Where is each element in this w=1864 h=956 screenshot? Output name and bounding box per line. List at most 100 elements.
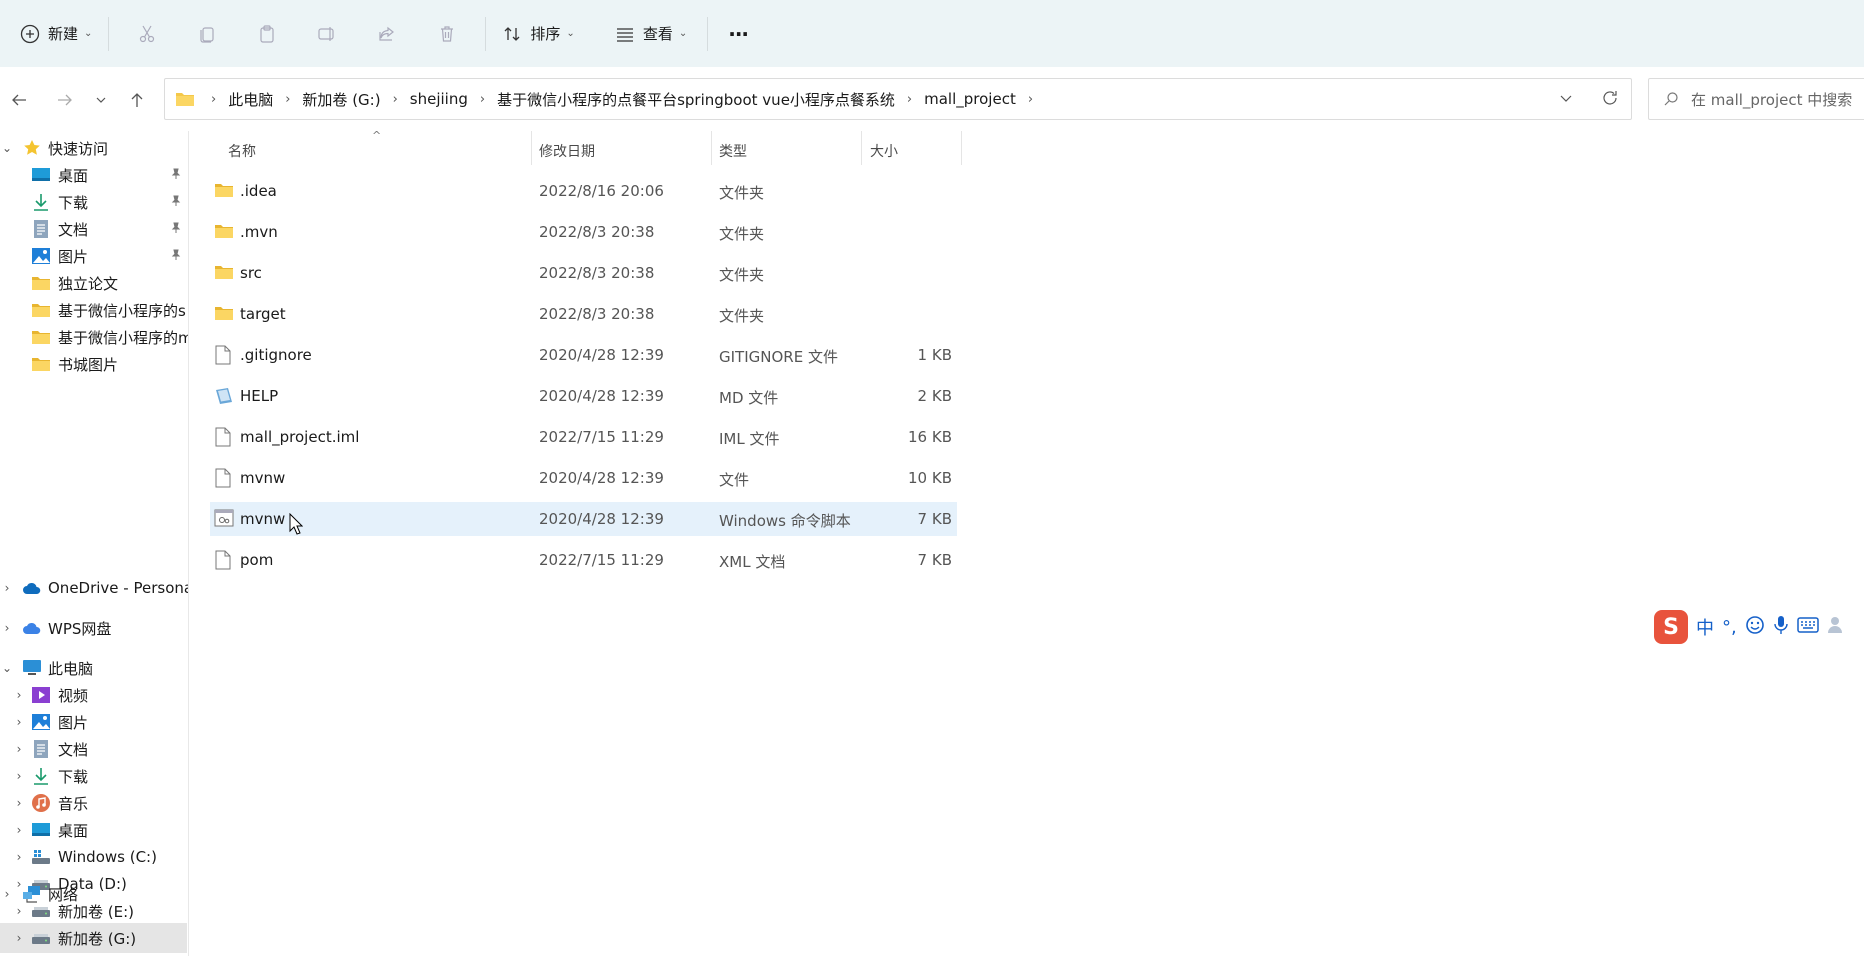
- sidebar-item-pc[interactable]: › 桌面: [0, 815, 188, 845]
- file-date: 2022/8/3 20:38: [539, 223, 655, 241]
- navigation-pane: ⌄ 快速访问 桌面 下载 文档 图片 独立论文 基于微信小程序的s 基于微信小程序的m 书城图…: [0, 131, 188, 956]
- sidebar-item-wps[interactable]: › WPS网盘: [0, 613, 188, 643]
- more-options-button[interactable]: ···: [720, 14, 756, 54]
- drive-icon: [31, 928, 51, 948]
- pin-icon[interactable]: [170, 168, 182, 183]
- list-view-icon: [616, 27, 633, 42]
- breadcrumb-item[interactable]: shejiing: [410, 90, 468, 108]
- file-date: 2022/8/16 20:06: [539, 182, 664, 200]
- column-header-size[interactable]: 大小: [870, 141, 898, 161]
- view-label: 查看: [642, 25, 673, 43]
- chevron-right-icon: ›: [16, 796, 22, 810]
- delete-button[interactable]: [417, 14, 477, 54]
- sort-ascending-icon: ^: [372, 129, 382, 142]
- breadcrumb-item[interactable]: 基于微信小程序的点餐平台springboot vue小程序点餐系统: [497, 89, 895, 110]
- file-row[interactable]: pom 2022/7/15 11:29 XML 文档 7 KB: [210, 543, 957, 577]
- wps-cloud-icon: [22, 618, 42, 638]
- sidebar-item-quick[interactable]: 图片: [0, 241, 188, 271]
- emoji-icon[interactable]: [1745, 615, 1765, 640]
- desktop-icon: [31, 165, 51, 185]
- new-button[interactable]: 新建 ⌄: [12, 14, 100, 54]
- share-button[interactable]: [357, 14, 417, 54]
- pin-icon[interactable]: [170, 222, 182, 237]
- file-row[interactable]: .mvn 2022/8/3 20:38 文件夹: [210, 215, 957, 249]
- sidebar-item-quick[interactable]: 独立论文: [0, 268, 188, 298]
- sidebar-item-pc[interactable]: › 视频: [0, 680, 188, 710]
- file-date: 2020/4/28 12:39: [539, 469, 664, 487]
- address-box[interactable]: › 此电脑 › 新加卷 (G:) › shejiing › 基于微信小程序的点餐…: [164, 78, 1632, 120]
- forward-button[interactable]: [50, 85, 80, 115]
- paste-button[interactable]: [237, 14, 297, 54]
- file-type: 文件夹: [719, 266, 765, 284]
- windows-drive-icon: [31, 847, 51, 867]
- sidebar-item-quick[interactable]: 基于微信小程序的m: [0, 322, 188, 352]
- column-header-date[interactable]: 修改日期: [539, 141, 595, 161]
- sidebar-item-pc[interactable]: › 图片: [0, 707, 188, 737]
- markdown-file-icon: [214, 386, 234, 406]
- refresh-button[interactable]: [1601, 89, 1619, 111]
- sidebar-item-label: 图片: [58, 247, 89, 266]
- ime-language-toggle[interactable]: 中: [1696, 614, 1714, 640]
- rename-button[interactable]: [297, 14, 357, 54]
- pane-divider[interactable]: [188, 131, 189, 956]
- sidebar-item-quick[interactable]: 基于微信小程序的s: [0, 295, 188, 325]
- user-icon[interactable]: [1827, 615, 1847, 640]
- address-history-dropdown[interactable]: [1559, 91, 1573, 109]
- document-icon: [31, 739, 51, 759]
- breadcrumb-item[interactable]: 新加卷 (G:): [302, 89, 380, 110]
- recent-locations-button[interactable]: [86, 85, 116, 115]
- cut-button[interactable]: [117, 14, 177, 54]
- file-size: 7 KB: [917, 510, 952, 528]
- microphone-icon[interactable]: [1773, 615, 1789, 640]
- search-input[interactable]: 在 mall_project 中搜索: [1648, 78, 1864, 120]
- back-button[interactable]: [4, 85, 34, 115]
- column-divider[interactable]: [861, 131, 862, 165]
- keyboard-icon[interactable]: [1796, 616, 1819, 638]
- sidebar-item-quick[interactable]: 书城图片: [0, 349, 188, 379]
- pin-icon[interactable]: [170, 249, 182, 264]
- column-divider[interactable]: [531, 131, 532, 165]
- sidebar-item-onedrive[interactable]: › OneDrive - Persona: [0, 573, 188, 603]
- column-header-name[interactable]: 名称: [228, 141, 256, 161]
- breadcrumb-item[interactable]: mall_project: [924, 90, 1016, 108]
- ime-punctuation-toggle[interactable]: °,: [1722, 617, 1737, 638]
- column-divider[interactable]: [961, 131, 962, 165]
- sogou-logo-icon[interactable]: S: [1654, 610, 1688, 644]
- chevron-right-icon: ›: [16, 931, 22, 945]
- sidebar-item-quick[interactable]: 桌面: [0, 160, 188, 190]
- column-header-type[interactable]: 类型: [719, 141, 747, 161]
- copy-button[interactable]: [177, 14, 237, 54]
- sidebar-item-pc[interactable]: › 下载: [0, 761, 188, 791]
- sidebar-item-quick-access[interactable]: ⌄ 快速访问: [0, 133, 188, 163]
- arrow-up-icon: [131, 93, 143, 107]
- file-type: Windows 命令脚本: [719, 512, 851, 530]
- sidebar-item-pc[interactable]: › 文档: [0, 734, 188, 764]
- pin-icon[interactable]: [170, 195, 182, 210]
- sidebar-item-pc[interactable]: › 音乐: [0, 788, 188, 818]
- up-button[interactable]: [122, 85, 152, 115]
- breadcrumb-item[interactable]: 此电脑: [228, 89, 273, 110]
- file-row[interactable]: mall_project.iml 2022/7/15 11:29 IML 文件 16 …: [210, 420, 957, 454]
- sidebar-item-quick[interactable]: 文档: [0, 214, 188, 244]
- view-button[interactable]: 查看 ⌄: [607, 14, 695, 54]
- column-divider[interactable]: [711, 131, 712, 165]
- breadcrumb: › 此电脑 › 新加卷 (G:) › shejiing › 基于微信小程序的点餐…: [199, 89, 1045, 110]
- sidebar-item-label: 桌面: [58, 821, 89, 840]
- sidebar-item-pc[interactable]: › Windows (C:): [0, 842, 188, 872]
- file-row[interactable]: mvnw 2020/4/28 12:39 文件 10 KB: [210, 461, 957, 495]
- file-row[interactable]: .gitignore 2020/4/28 12:39 GITIGNORE 文件 1 K…: [210, 338, 957, 372]
- sidebar-item-quick[interactable]: 下载: [0, 187, 188, 217]
- file-row[interactable]: HELP 2020/4/28 12:39 MD 文件 2 KB: [210, 379, 957, 413]
- sidebar-item-this-pc[interactable]: ⌄ 此电脑: [0, 653, 188, 683]
- address-bar-row: › 此电脑 › 新加卷 (G:) › shejiing › 基于微信小程序的点餐…: [0, 67, 1864, 131]
- file-row[interactable]: target 2022/8/3 20:38 文件夹: [210, 297, 957, 331]
- sort-button[interactable]: 排序 ⌄: [494, 14, 582, 54]
- sidebar-item-pc[interactable]: › 新加卷 (G:): [0, 923, 187, 953]
- chevron-right-icon: ›: [4, 581, 10, 595]
- file-row[interactable]: mvnw 2020/4/28 12:39 Windows 命令脚本 7 KB: [210, 502, 957, 536]
- file-row[interactable]: .idea 2022/8/16 20:06 文件夹: [210, 174, 957, 208]
- picture-icon: [31, 246, 51, 266]
- sidebar-item-label: WPS网盘: [48, 619, 112, 638]
- file-row[interactable]: src 2022/8/3 20:38 文件夹: [210, 256, 957, 290]
- sidebar-item-network[interactable]: › 网络: [0, 879, 188, 909]
